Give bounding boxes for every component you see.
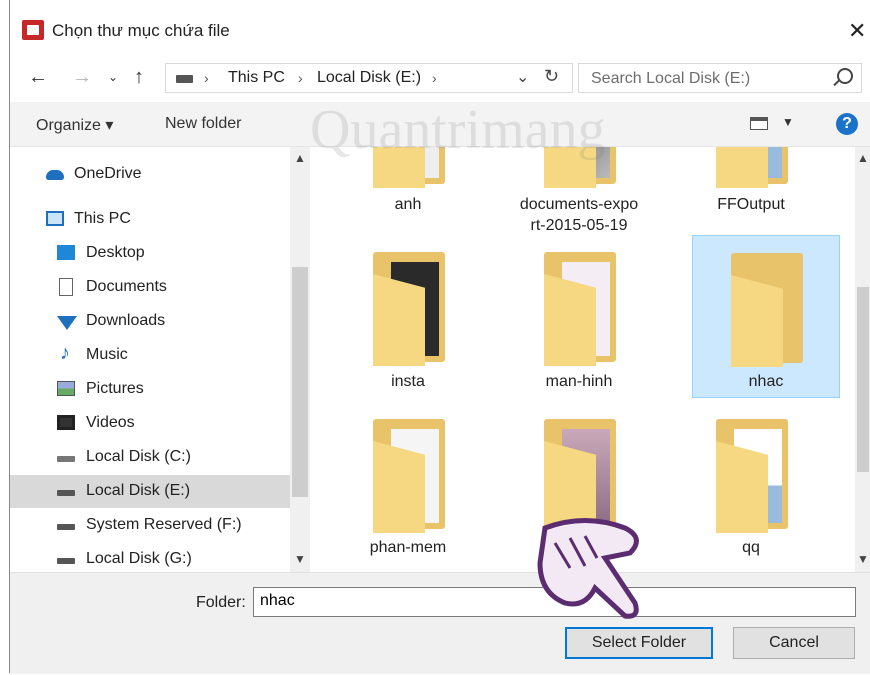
breadcrumb-this-pc[interactable]: This PC: [228, 69, 285, 87]
app-icon: [22, 20, 44, 40]
refresh-icon[interactable]: ↻: [544, 66, 559, 87]
search-placeholder: Search Local Disk (E:): [591, 70, 751, 87]
documents-icon: [59, 278, 73, 296]
sidebar-item-label: Desktop: [86, 244, 145, 261]
content-scrollbar[interactable]: ▲ ▼: [855, 147, 870, 572]
folder-item-insta[interactable]: insta: [335, 235, 483, 397]
folder-name: FFOutput: [717, 196, 785, 213]
folder-name: man-hinh: [545, 373, 613, 390]
sidebar-item-label: Local Disk (G:): [86, 550, 192, 567]
folder-name: phan-mem: [369, 539, 447, 556]
sidebar-item-label: Documents: [86, 278, 167, 295]
folder-field-label: Folder:: [196, 594, 246, 611]
sidebar-item-label: Local Disk (E:): [86, 482, 191, 499]
sidebar-scroll-thumb[interactable]: [292, 267, 308, 497]
breadcrumb-separator-icon[interactable]: ›: [298, 70, 303, 86]
content-scroll-thumb[interactable]: [857, 287, 869, 472]
sidebar-item-label: Local Disk (C:): [86, 448, 191, 465]
breadcrumb-separator-icon[interactable]: ›: [432, 70, 437, 86]
drive-icon: [57, 524, 75, 530]
sidebar-item-onedrive[interactable]: OneDrive: [10, 158, 290, 191]
folder-item-nhac[interactable]: nhac: [692, 235, 840, 398]
folder-name: anh: [394, 196, 422, 213]
breadcrumb-local-disk-e[interactable]: Local Disk (E:): [317, 69, 421, 87]
folder-icon: [373, 252, 445, 366]
view-options-icon[interactable]: [750, 117, 768, 130]
sidebar-item-label: This PC: [74, 210, 131, 227]
music-icon: ♪: [60, 342, 70, 364]
videos-icon: [57, 415, 75, 430]
sidebar-item-desktop[interactable]: Desktop: [10, 237, 290, 270]
onedrive-icon: [46, 170, 64, 180]
sidebar-item-label: Videos: [86, 414, 135, 431]
folder-item-ffoutput[interactable]: FFOutput: [678, 147, 826, 219]
search-icon[interactable]: [837, 68, 853, 84]
scroll-up-icon[interactable]: ▲: [857, 151, 869, 165]
folder-icon: [731, 253, 803, 367]
scroll-down-icon[interactable]: ▼: [294, 552, 306, 566]
breadcrumb-separator-icon[interactable]: ›: [204, 70, 209, 86]
sidebar-item-label: Pictures: [86, 380, 144, 397]
view-dropdown-icon[interactable]: ▼: [782, 115, 794, 129]
sidebar-item-system-reserved-f[interactable]: System Reserved (F:): [10, 509, 290, 542]
sidebar-item-videos[interactable]: Videos: [10, 407, 290, 440]
search-box[interactable]: Search Local Disk (E:): [578, 63, 862, 93]
sidebar-item-label: System Reserved (F:): [86, 516, 242, 533]
folder-name: rt-2015-05-19: [530, 217, 628, 234]
back-arrow-icon[interactable]: ←: [28, 66, 48, 89]
sidebar-item-local-disk-e[interactable]: Local Disk (E:): [10, 475, 290, 508]
folder-icon: [716, 419, 788, 533]
title-bar: Chọn thư mục chứa file ✕: [10, 0, 870, 60]
window-title: Chọn thư mục chứa file: [52, 21, 230, 40]
organize-button[interactable]: Organize ▾: [36, 115, 113, 135]
watermark-logo: Quantrimang: [310, 99, 606, 161]
help-icon[interactable]: ?: [836, 113, 858, 135]
desktop-icon: [57, 245, 75, 260]
navigation-bar: ← → ⌄ ↑ › This PC › Local Disk (E:) › ⌄ …: [10, 60, 870, 100]
sidebar-item-this-pc[interactable]: This PC: [10, 203, 290, 236]
sidebar-item-local-disk-g[interactable]: Local Disk (G:): [10, 543, 290, 572]
close-icon[interactable]: ✕: [848, 18, 866, 44]
folder-icon: [373, 419, 445, 533]
sidebar-scrollbar[interactable]: ▲ ▼: [290, 147, 310, 572]
downloads-icon: [57, 316, 77, 330]
folder-icon: [716, 147, 788, 188]
folder-name: qq: [742, 539, 760, 556]
folder-name: documents-expo: [519, 196, 639, 213]
pointing-hand-icon: [537, 518, 639, 619]
drive-icon: [57, 490, 75, 496]
folder-name: nhac: [748, 373, 784, 390]
sidebar-item-label: Music: [86, 346, 128, 363]
drive-icon: [57, 456, 75, 462]
new-folder-button[interactable]: New folder: [165, 115, 241, 133]
sidebar-item-label: Downloads: [86, 312, 166, 329]
drive-icon: [57, 558, 75, 564]
folder-item-phan-mem[interactable]: phan-mem: [335, 402, 483, 564]
scroll-up-icon[interactable]: ▲: [294, 151, 306, 165]
folder-name: insta: [391, 373, 425, 390]
navigation-pane: OneDrive This PC Desktop Documents Downl…: [10, 147, 310, 572]
cancel-button[interactable]: Cancel: [733, 627, 855, 659]
folder-item-man-hinh[interactable]: man-hinh: [506, 235, 654, 397]
drive-icon: [176, 75, 193, 83]
address-bar[interactable]: › This PC › Local Disk (E:) › ⌄ ↻: [165, 63, 573, 93]
sidebar-item-label: OneDrive: [74, 165, 142, 182]
recent-locations-chevron-icon[interactable]: ⌄: [108, 70, 118, 84]
sidebar-item-downloads[interactable]: Downloads: [10, 305, 290, 338]
folder-picker-dialog: Chọn thư mục chứa file ✕ ← → ⌄ ↑ › This …: [9, 0, 870, 674]
scroll-down-icon[interactable]: ▼: [857, 552, 869, 566]
sidebar-item-music[interactable]: ♪ Music: [10, 339, 290, 372]
folder-item-qq[interactable]: qq: [678, 402, 826, 564]
forward-arrow-icon[interactable]: →: [72, 66, 92, 89]
address-dropdown-icon[interactable]: ⌄: [516, 67, 529, 87]
sidebar-item-documents[interactable]: Documents: [10, 271, 290, 304]
pictures-icon: [57, 381, 75, 396]
up-arrow-icon[interactable]: ↑: [134, 66, 144, 89]
dialog-footer: Folder: nhac Select Folder Cancel: [10, 572, 870, 674]
sidebar-item-local-disk-c[interactable]: Local Disk (C:): [10, 441, 290, 474]
folder-icon: [544, 252, 616, 366]
sidebar-item-pictures[interactable]: Pictures: [10, 373, 290, 406]
pc-icon: [46, 211, 64, 226]
